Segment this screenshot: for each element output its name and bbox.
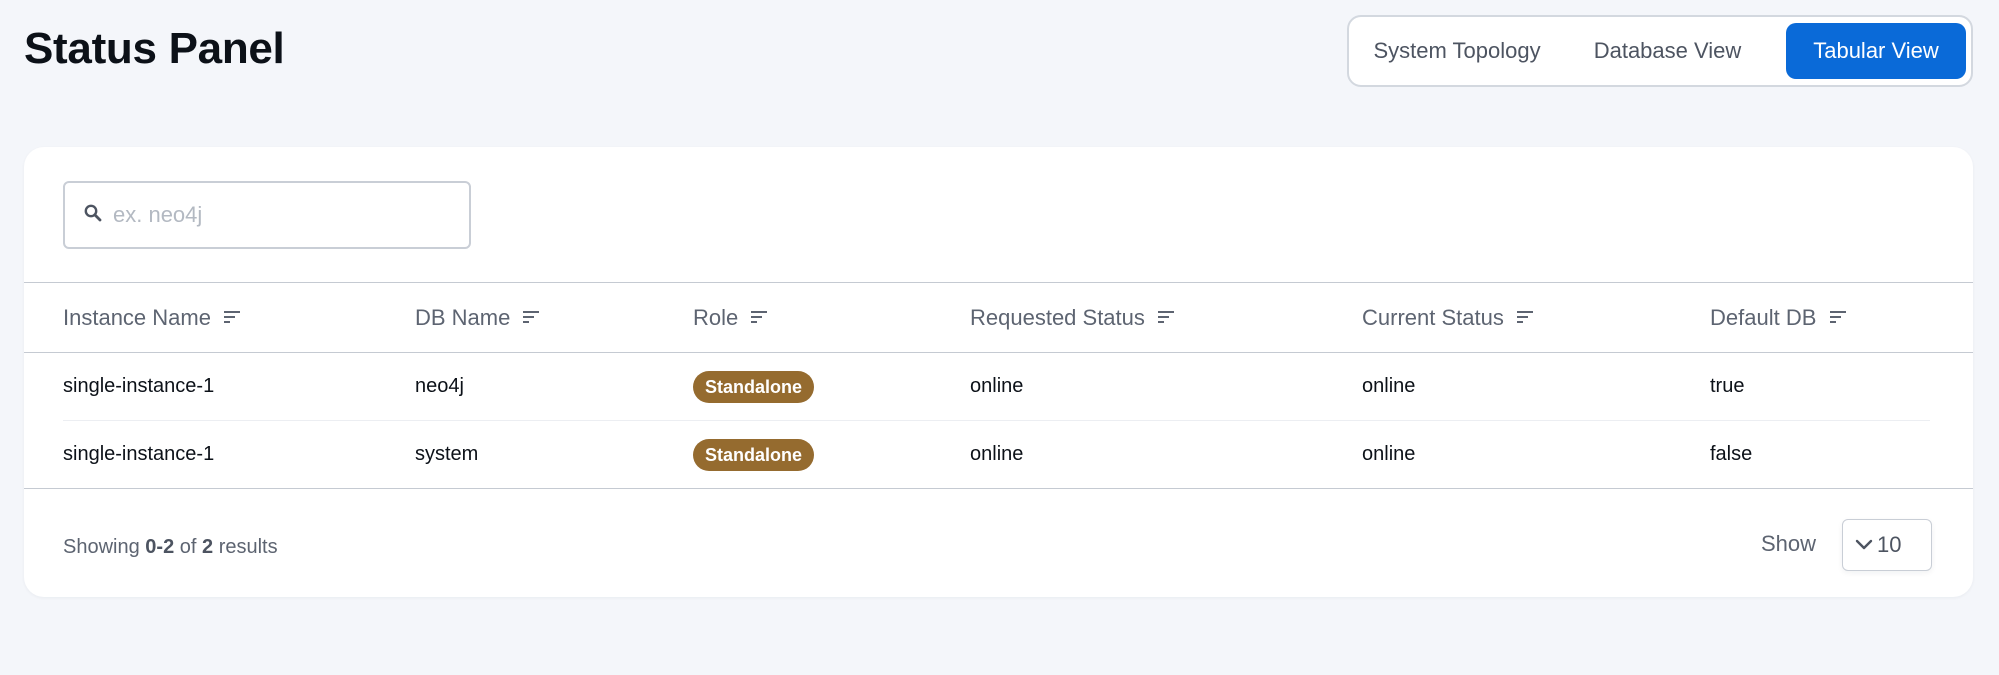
page-size-label: Show	[1761, 531, 1817, 556]
column-label: Instance Name	[63, 304, 211, 330]
cell-instance-name: single-instance-1	[63, 443, 215, 465]
column-header-instance-name[interactable]: Instance Name	[63, 283, 415, 353]
page-size-value: 10	[1877, 532, 1902, 557]
cell-role: Standalone	[693, 352, 970, 421]
tab-system-topology[interactable]: System Topology	[1355, 23, 1559, 79]
search-box[interactable]	[63, 181, 471, 249]
cell-default-db: true	[1710, 352, 1930, 421]
column-header-current-status[interactable]: Current Status	[1362, 283, 1710, 353]
role-badge: Standalone	[693, 370, 815, 403]
cell-instance-name: single-instance-1	[63, 352, 415, 421]
sort-icon[interactable]	[223, 309, 241, 325]
column-label: Current Status	[1362, 304, 1504, 330]
table-header-row: Instance Name DB Name Role Requested Sta…	[24, 282, 1973, 353]
column-label: Default DB	[1710, 304, 1817, 330]
tab-database-view[interactable]: Database View	[1559, 23, 1776, 79]
page-size-select[interactable]: 10	[1842, 519, 1932, 571]
column-header-requested-status[interactable]: Requested Status	[970, 283, 1362, 353]
results-summary: Showing 0-2 of 2 results	[63, 536, 278, 559]
sort-icon[interactable]	[522, 309, 540, 325]
summary-of: of	[179, 536, 197, 558]
cell-current-status: online	[1362, 443, 1416, 465]
page-title: Status Panel	[24, 24, 285, 73]
sort-icon[interactable]	[750, 309, 768, 325]
column-header-db-name[interactable]: DB Name	[415, 283, 693, 353]
cell-requested-status: online	[970, 352, 1362, 421]
column-header-default-db[interactable]: Default DB	[1710, 283, 1930, 353]
column-label: Requested Status	[970, 304, 1145, 330]
search-icon	[83, 203, 103, 228]
cell-db-name: neo4j	[415, 352, 693, 421]
cell-requested-status: online	[970, 443, 1024, 465]
role-badge: Standalone	[693, 438, 815, 471]
sort-icon[interactable]	[1157, 309, 1175, 325]
summary-results: results	[218, 536, 278, 558]
tab-tabular-view[interactable]: Tabular View	[1786, 23, 1966, 79]
chevron-down-icon	[1855, 539, 1873, 550]
sort-icon[interactable]	[1829, 309, 1847, 325]
cell-current-status: online	[1362, 352, 1710, 421]
column-label: DB Name	[415, 304, 511, 330]
summary-total: 2	[202, 536, 214, 558]
status-panel-page: Status Panel System Topology Database Vi…	[0, 0, 1999, 675]
cell-db-name: system	[415, 443, 479, 465]
cell-default-db: false	[1710, 443, 1753, 465]
search-input[interactable]	[113, 202, 453, 228]
status-table-card: Instance Name DB Name Role Requeste	[24, 147, 1973, 597]
table-row[interactable]: single-instance-1 neo4j Standalone onlin…	[24, 352, 1973, 421]
summary-range: 0-2	[145, 536, 175, 558]
column-label: Role	[693, 304, 739, 330]
summary-prefix: Showing	[63, 536, 140, 558]
sort-icon[interactable]	[1516, 309, 1534, 325]
cell-role: Standalone	[693, 421, 970, 489]
view-switch: System Topology Database View Tabular Vi…	[1347, 15, 1973, 87]
status-table: Instance Name DB Name Role Requested Sta…	[24, 282, 1973, 489]
column-header-role[interactable]: Role	[693, 283, 970, 353]
table-row[interactable]: single-instance-1 system Standalone onli…	[24, 421, 1973, 489]
